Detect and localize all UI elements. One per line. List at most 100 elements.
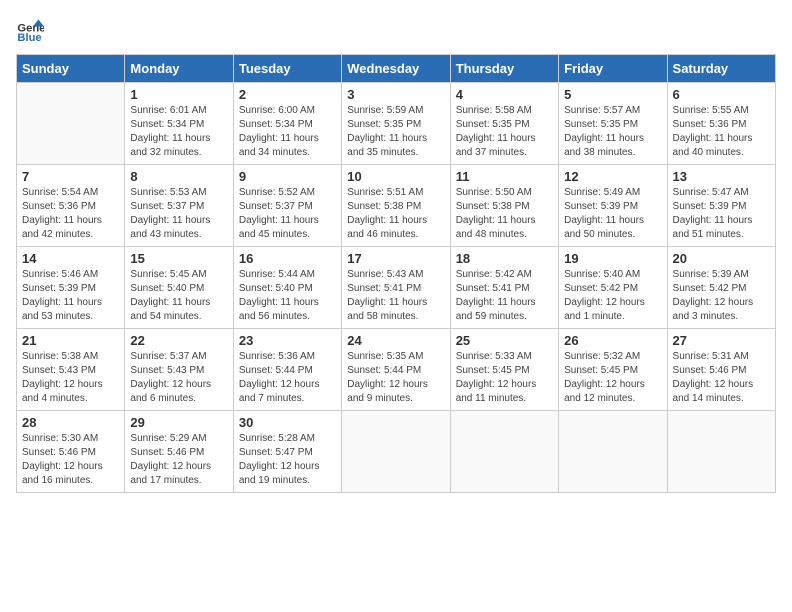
day-cell: 5 Sunrise: 5:57 AMSunset: 5:35 PMDaylight…: [559, 83, 667, 165]
week-row-2: 7 Sunrise: 5:54 AMSunset: 5:36 PMDaylight…: [17, 165, 776, 247]
day-cell: [450, 411, 558, 493]
day-number: 30: [239, 415, 336, 430]
day-number: 2: [239, 87, 336, 102]
day-header-wednesday: Wednesday: [342, 55, 450, 83]
week-row-4: 21Sunrise: 5:38 AMSunset: 5:43 PMDayligh…: [17, 329, 776, 411]
header-row: SundayMondayTuesdayWednesdayThursdayFrid…: [17, 55, 776, 83]
day-number: 3: [347, 87, 444, 102]
page-header: General Blue: [16, 16, 776, 44]
day-cell: 12 Sunrise: 5:49 AMSunset: 5:39 PMDayligh…: [559, 165, 667, 247]
day-number: 27: [673, 333, 770, 348]
week-row-1: 1 Sunrise: 6:01 AMSunset: 5:34 PMDaylight…: [17, 83, 776, 165]
day-cell: 18 Sunrise: 5:42 AMSunset: 5:41 PMDayligh…: [450, 247, 558, 329]
day-cell: 24 Sunrise: 5:35 AMSunset: 5:44 PMDayligh…: [342, 329, 450, 411]
day-info: Sunrise: 5:46 AMSunset: 5:39 PMDaylight:…: [22, 268, 119, 324]
day-cell: 9 Sunrise: 5:52 AMSunset: 5:37 PMDaylight…: [233, 165, 341, 247]
calendar-table: SundayMondayTuesdayWednesdayThursdayFrid…: [16, 54, 776, 493]
day-info: Sunrise: 5:36 AMSunset: 5:44 PMDaylight:…: [239, 350, 336, 406]
day-info: Sunrise: 5:42 AMSunset: 5:41 PMDaylight:…: [456, 268, 553, 324]
day-info: Sunrise: 5:33 AMSunset: 5:45 PMDaylight:…: [456, 350, 553, 406]
day-info: Sunrise: 5:52 AMSunset: 5:37 PMDaylight:…: [239, 186, 336, 242]
day-cell: 16 Sunrise: 5:44 AMSunset: 5:40 PMDayligh…: [233, 247, 341, 329]
day-info: Sunrise: 5:49 AMSunset: 5:39 PMDaylight:…: [564, 186, 661, 242]
day-info: Sunrise: 5:47 AMSunset: 5:39 PMDaylight:…: [673, 186, 770, 242]
day-number: 15: [130, 251, 227, 266]
day-cell: 14 Sunrise: 5:46 AMSunset: 5:39 PMDayligh…: [17, 247, 125, 329]
day-info: Sunrise: 5:28 AMSunset: 5:47 PMDaylight:…: [239, 432, 336, 488]
day-number: 6: [673, 87, 770, 102]
day-cell: 4 Sunrise: 5:58 AMSunset: 5:35 PMDaylight…: [450, 83, 558, 165]
day-cell: 13 Sunrise: 5:47 AMSunset: 5:39 PMDayligh…: [667, 165, 775, 247]
week-row-5: 28 Sunrise: 5:30 AMSunset: 5:46 PMDayligh…: [17, 411, 776, 493]
day-cell: 25 Sunrise: 5:33 AMSunset: 5:45 PMDayligh…: [450, 329, 558, 411]
day-number: 11: [456, 169, 553, 184]
day-info: Sunrise: 5:32 AMSunset: 5:45 PMDaylight:…: [564, 350, 661, 406]
day-info: Sunrise: 5:50 AMSunset: 5:38 PMDaylight:…: [456, 186, 553, 242]
week-row-3: 14 Sunrise: 5:46 AMSunset: 5:39 PMDayligh…: [17, 247, 776, 329]
day-cell: 11 Sunrise: 5:50 AMSunset: 5:38 PMDayligh…: [450, 165, 558, 247]
day-number: 17: [347, 251, 444, 266]
day-number: 25: [456, 333, 553, 348]
day-number: 8: [130, 169, 227, 184]
day-info: Sunrise: 5:30 AMSunset: 5:46 PMDaylight:…: [22, 432, 119, 488]
day-cell: 7 Sunrise: 5:54 AMSunset: 5:36 PMDaylight…: [17, 165, 125, 247]
day-number: 4: [456, 87, 553, 102]
day-info: Sunrise: 5:31 AMSunset: 5:46 PMDaylight:…: [673, 350, 770, 406]
day-header-friday: Friday: [559, 55, 667, 83]
day-cell: 19Sunrise: 5:40 AMSunset: 5:42 PMDayligh…: [559, 247, 667, 329]
logo: General Blue: [16, 16, 48, 44]
day-number: 5: [564, 87, 661, 102]
day-cell: 20Sunrise: 5:39 AMSunset: 5:42 PMDayligh…: [667, 247, 775, 329]
day-number: 18: [456, 251, 553, 266]
day-info: Sunrise: 5:45 AMSunset: 5:40 PMDaylight:…: [130, 268, 227, 324]
day-number: 29: [130, 415, 227, 430]
day-cell: 23 Sunrise: 5:36 AMSunset: 5:44 PMDayligh…: [233, 329, 341, 411]
day-info: Sunrise: 5:44 AMSunset: 5:40 PMDaylight:…: [239, 268, 336, 324]
day-cell: 30 Sunrise: 5:28 AMSunset: 5:47 PMDayligh…: [233, 411, 341, 493]
day-number: 1: [130, 87, 227, 102]
day-cell: [667, 411, 775, 493]
day-cell: [342, 411, 450, 493]
day-number: 23: [239, 333, 336, 348]
day-number: 14: [22, 251, 119, 266]
day-info: Sunrise: 5:57 AMSunset: 5:35 PMDaylight:…: [564, 104, 661, 160]
day-info: Sunrise: 5:29 AMSunset: 5:46 PMDaylight:…: [130, 432, 227, 488]
day-cell: 8 Sunrise: 5:53 AMSunset: 5:37 PMDaylight…: [125, 165, 233, 247]
day-number: 24: [347, 333, 444, 348]
day-number: 28: [22, 415, 119, 430]
day-info: Sunrise: 5:35 AMSunset: 5:44 PMDaylight:…: [347, 350, 444, 406]
day-cell: 2Sunrise: 6:00 AMSunset: 5:34 PMDaylight…: [233, 83, 341, 165]
day-info: Sunrise: 5:58 AMSunset: 5:35 PMDaylight:…: [456, 104, 553, 160]
day-cell: 29 Sunrise: 5:29 AMSunset: 5:46 PMDayligh…: [125, 411, 233, 493]
day-number: 21: [22, 333, 119, 348]
day-number: 19: [564, 251, 661, 266]
day-info: Sunrise: 5:37 AMSunset: 5:43 PMDaylight:…: [130, 350, 227, 406]
day-info: Sunrise: 5:59 AMSunset: 5:35 PMDaylight:…: [347, 104, 444, 160]
day-cell: 27 Sunrise: 5:31 AMSunset: 5:46 PMDayligh…: [667, 329, 775, 411]
day-header-sunday: Sunday: [17, 55, 125, 83]
day-number: 9: [239, 169, 336, 184]
day-number: 22: [130, 333, 227, 348]
day-header-thursday: Thursday: [450, 55, 558, 83]
day-cell: 3 Sunrise: 5:59 AMSunset: 5:35 PMDaylight…: [342, 83, 450, 165]
day-info: Sunrise: 5:55 AMSunset: 5:36 PMDaylight:…: [673, 104, 770, 160]
day-header-tuesday: Tuesday: [233, 55, 341, 83]
day-info: Sunrise: 6:01 AMSunset: 5:34 PMDaylight:…: [130, 104, 227, 160]
day-cell: 10 Sunrise: 5:51 AMSunset: 5:38 PMDayligh…: [342, 165, 450, 247]
day-number: 10: [347, 169, 444, 184]
day-cell: 1 Sunrise: 6:01 AMSunset: 5:34 PMDaylight…: [125, 83, 233, 165]
day-number: 12: [564, 169, 661, 184]
day-info: Sunrise: 5:51 AMSunset: 5:38 PMDaylight:…: [347, 186, 444, 242]
day-cell: 21Sunrise: 5:38 AMSunset: 5:43 PMDayligh…: [17, 329, 125, 411]
day-cell: 6 Sunrise: 5:55 AMSunset: 5:36 PMDaylight…: [667, 83, 775, 165]
day-cell: 28 Sunrise: 5:30 AMSunset: 5:46 PMDayligh…: [17, 411, 125, 493]
day-cell: [17, 83, 125, 165]
day-info: Sunrise: 5:54 AMSunset: 5:36 PMDaylight:…: [22, 186, 119, 242]
day-number: 26: [564, 333, 661, 348]
day-cell: 15 Sunrise: 5:45 AMSunset: 5:40 PMDayligh…: [125, 247, 233, 329]
day-number: 16: [239, 251, 336, 266]
day-number: 13: [673, 169, 770, 184]
day-info: Sunrise: 5:53 AMSunset: 5:37 PMDaylight:…: [130, 186, 227, 242]
day-header-monday: Monday: [125, 55, 233, 83]
day-number: 7: [22, 169, 119, 184]
